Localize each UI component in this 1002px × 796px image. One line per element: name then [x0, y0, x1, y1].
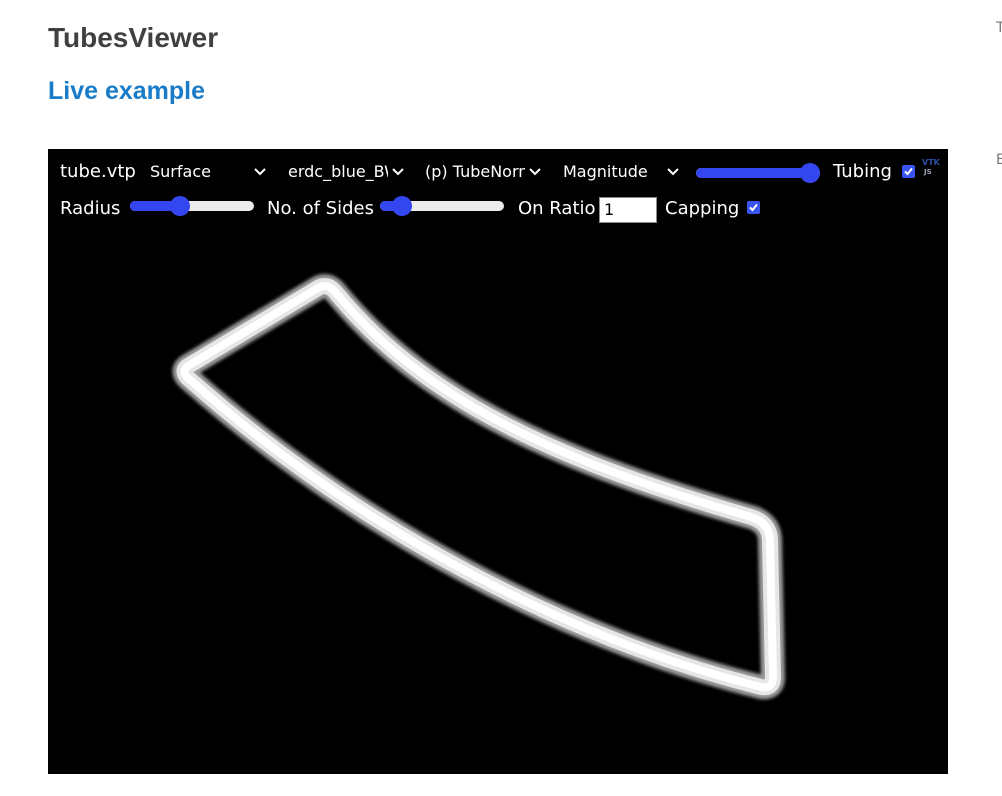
representation-select[interactable]: Surface: [150, 160, 268, 184]
svg-text:JS: JS: [923, 168, 932, 176]
tube-shape: [172, 274, 785, 700]
tubes-viewer-canvas[interactable]: tube.vtp Surface erdc_blue_BW (p) TubeNo…: [48, 149, 948, 774]
chevron-down-icon: [667, 168, 679, 176]
vtkjs-logo: VTK JS: [922, 158, 941, 176]
number-of-sides-slider[interactable]: [380, 196, 504, 216]
check-icon: [904, 167, 913, 176]
live-example-link[interactable]: Live example: [48, 77, 205, 106]
color-by-select[interactable]: (p) TubeNormals: [425, 160, 543, 184]
on-ratio-label: On Ratio: [518, 198, 596, 219]
file-name-label: tube.vtp: [60, 161, 136, 182]
radius-slider[interactable]: [130, 196, 254, 216]
radius-label: Radius: [60, 198, 121, 219]
slider-thumb[interactable]: [800, 163, 820, 183]
opacity-slider[interactable]: [696, 163, 820, 183]
color-by-select-value: (p) TubeNormals: [425, 162, 525, 181]
page-title: TubesViewer: [48, 22, 219, 53]
component-select-value: Magnitude: [563, 162, 648, 181]
tubing-label: Tubing: [833, 161, 892, 182]
representation-select-value: Surface: [150, 162, 211, 181]
number-of-sides-label: No. of Sides: [267, 198, 374, 219]
chevron-down-icon: [529, 168, 541, 176]
clipped-edge-text-mid: E: [996, 152, 1002, 168]
on-ratio-input[interactable]: 1: [599, 197, 657, 223]
color-preset-select[interactable]: erdc_blue_BW: [288, 160, 406, 184]
slider-fill: [696, 168, 810, 178]
color-preset-select-value: erdc_blue_BW: [288, 162, 388, 181]
capping-label: Capping: [665, 198, 740, 219]
chevron-down-icon: [392, 168, 404, 176]
slider-thumb[interactable]: [392, 196, 413, 216]
clipped-edge-text-top: T: [996, 20, 1002, 36]
tubing-checkbox[interactable]: [902, 165, 915, 178]
capping-checkbox[interactable]: [747, 201, 760, 214]
component-select[interactable]: Magnitude: [563, 160, 681, 184]
check-icon: [749, 203, 758, 212]
svg-text:VTK: VTK: [922, 158, 941, 167]
tube-render[interactable]: [48, 149, 948, 774]
chevron-down-icon: [254, 168, 266, 176]
slider-thumb[interactable]: [169, 196, 190, 216]
